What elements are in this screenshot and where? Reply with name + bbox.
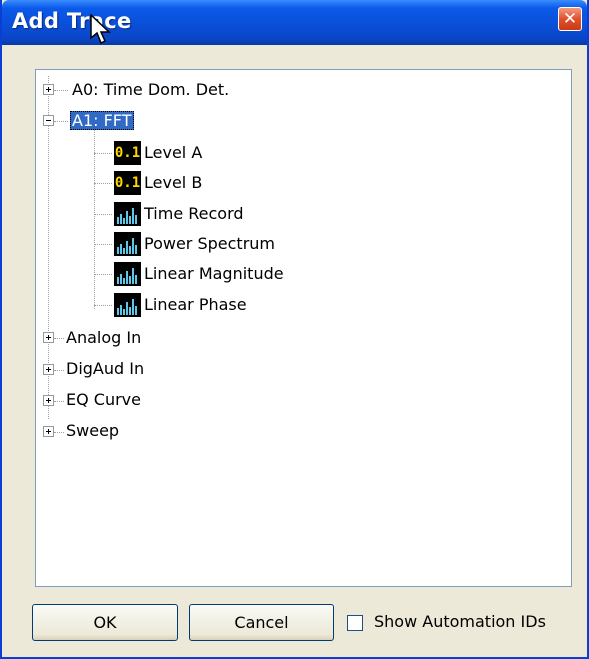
tree-connector	[54, 90, 68, 91]
waveform-icon	[114, 202, 141, 226]
meter-value-icon: 0.1	[114, 171, 141, 195]
tree-node-linear-phase[interactable]: Linear Phase	[144, 290, 247, 320]
tree-connector	[94, 183, 112, 184]
tree-connector	[54, 121, 68, 122]
window-title: Add Trace	[12, 9, 132, 33]
waveform-icon	[114, 293, 141, 317]
close-button[interactable]: ✕	[558, 7, 582, 31]
tree-node-sweep[interactable]: Sweep	[66, 416, 119, 446]
tree-connector	[54, 401, 64, 402]
tree-node-time-record[interactable]: Time Record	[144, 199, 244, 229]
tree-node-linear-magnitude[interactable]: Linear Magnitude	[144, 259, 284, 289]
tree-connector	[94, 244, 112, 245]
cancel-button[interactable]: Cancel	[189, 604, 334, 641]
expand-icon[interactable]	[43, 364, 54, 375]
tree-node-eq-curve[interactable]: EQ Curve	[66, 385, 141, 415]
tree-node-label: Power Spectrum	[144, 234, 275, 253]
show-automation-ids-label[interactable]: Show Automation IDs	[374, 611, 546, 633]
tree-connector	[54, 370, 64, 371]
expand-icon[interactable]	[43, 395, 54, 406]
tree-node-label: Level B	[144, 173, 203, 192]
tree-connector	[94, 122, 95, 309]
tree-node-level-a[interactable]: Level A	[144, 138, 202, 168]
tree-node-a1[interactable]: A1: FFT	[70, 106, 134, 136]
waveform-icon	[114, 232, 141, 256]
tree-node-label: DigAud In	[66, 359, 145, 378]
add-trace-dialog: Add Trace ✕ A0: Time Dom. Det. A1: FFT 0…	[0, 0, 589, 659]
tree-connector	[94, 214, 112, 215]
tree-connector	[94, 153, 112, 154]
waveform-icon	[114, 262, 141, 286]
tree-node-label: Linear Magnitude	[144, 264, 284, 283]
tree-node-label: Time Record	[144, 204, 244, 223]
close-icon: ✕	[562, 9, 578, 29]
tree-node-power-spectrum[interactable]: Power Spectrum	[144, 229, 275, 259]
tree-connector	[94, 305, 112, 306]
tree-node-label: Sweep	[66, 421, 120, 440]
expand-icon[interactable]	[43, 332, 54, 343]
tree-node-label: A1: FFT	[70, 111, 134, 130]
tree-node-digaud-in[interactable]: DigAud In	[66, 354, 144, 384]
tree-connector	[54, 432, 64, 433]
collapse-icon[interactable]	[43, 115, 54, 126]
mouse-cursor-icon	[90, 14, 111, 45]
tree-node-label: Analog In	[66, 328, 142, 347]
tree-node-label: Level A	[144, 143, 203, 162]
tree-node-level-b[interactable]: Level B	[144, 168, 202, 198]
tree-node-label: EQ Curve	[66, 390, 141, 409]
expand-icon[interactable]	[43, 426, 54, 437]
tree-node-a0[interactable]: A0: Time Dom. Det.	[72, 75, 229, 105]
expand-icon[interactable]	[43, 84, 54, 95]
tree-node-label: Linear Phase	[144, 295, 247, 314]
tree-connector	[54, 338, 64, 339]
ok-button[interactable]: OK	[32, 604, 178, 641]
trace-tree[interactable]: A0: Time Dom. Det. A1: FFT 0.1 Level A 0…	[35, 69, 572, 587]
tree-connector	[94, 274, 112, 275]
tree-node-label: A0: Time Dom. Det.	[72, 80, 230, 99]
show-automation-ids-checkbox[interactable]	[347, 615, 363, 631]
tree-node-analog-in[interactable]: Analog In	[66, 323, 141, 353]
meter-value-icon: 0.1	[114, 141, 141, 165]
